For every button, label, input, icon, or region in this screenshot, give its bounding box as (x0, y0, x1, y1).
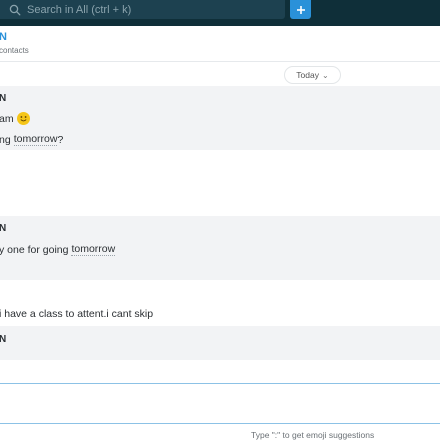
message-sender[interactable]: N (0, 223, 6, 234)
conversation-name[interactable]: N (0, 31, 7, 43)
suggestion-word[interactable]: tomorrow (71, 243, 116, 256)
chevron-down-icon: ⌄ (321, 70, 329, 80)
suggestion-word[interactable]: tomorrow (13, 133, 58, 146)
day-label: Today (296, 70, 319, 80)
plus-icon (296, 5, 305, 14)
message-text: am (0, 112, 30, 125)
composer-hint: Type ":" to get emoji suggestions (251, 430, 375, 440)
message-group: N am ng tomorrow ? (0, 86, 440, 150)
add-button[interactable] (290, 0, 311, 19)
message-text-prefix: ng (0, 133, 11, 146)
conversation-header: N contacts (0, 26, 440, 62)
message-text: y one for going tomorrow (0, 243, 116, 256)
conversation-subtitle: contacts (0, 46, 29, 55)
smiley-emoji-icon (16, 112, 30, 125)
top-bar: Search in All (ctrl + k) (0, 0, 440, 26)
message-text-content: am (0, 112, 14, 125)
message-text-suffix: ? (57, 133, 64, 146)
message-sender[interactable]: N (0, 93, 6, 104)
message-sender[interactable]: N (0, 334, 6, 345)
message-text-prefix: y one for going (0, 243, 69, 256)
global-search-input[interactable]: Search in All (ctrl + k) (0, 0, 285, 19)
day-separator[interactable]: Today ⌄ (284, 66, 341, 84)
message-text: ng tomorrow ? (0, 133, 63, 146)
message-group: N y one for going tomorrow (0, 216, 440, 280)
message-text: i have a class to attent.i cant skip (0, 308, 154, 320)
search-placeholder: Search in All (ctrl + k) (27, 3, 132, 16)
message-composer-input[interactable] (0, 383, 440, 424)
message-group: N (0, 326, 440, 360)
search-icon (9, 4, 21, 15)
